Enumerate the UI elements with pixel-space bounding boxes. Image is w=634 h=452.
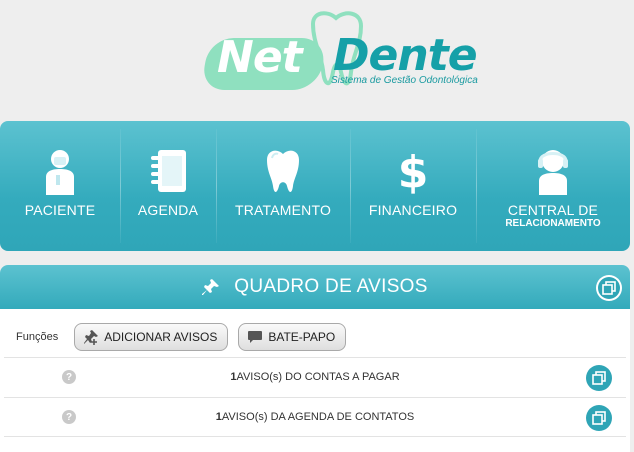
chat-button[interactable]: BATE-PAPO [238,323,347,351]
patient-icon [36,147,84,195]
headset-icon [529,147,577,195]
notice-board-panel: QUADRO DE AVISOS Funções ADICIONAR AVISO… [0,265,630,452]
tooth-icon [259,147,307,195]
notice-text: 1AVISO(s) DO CONTAS A PAGAR [4,371,626,383]
nav-sublabel: RELACIONAMENTO [505,218,601,229]
logo: Net Dente Sistema de Gestão Odontológica [200,10,485,100]
nav-label: FINANCEIRO [368,202,458,218]
nav-item-agenda[interactable]: AGENDA [120,121,216,251]
nav-label: TRATAMENTO [234,202,332,218]
notice-row: ? 1AVISO(s) DO CONTAS A PAGAR [4,357,626,397]
nav-item-financeiro[interactable]: $ FINANCEIRO [350,121,476,251]
notice-description: AVISO(s) DO CONTAS A PAGAR [236,371,400,383]
nav-label: PACIENTE [24,202,96,218]
notice-row: ? 1AVISO(s) DA AGENDA DE CONTATOS [4,397,626,437]
nav-item-paciente[interactable]: PACIENTE [0,121,120,251]
dollar-icon: $ [389,147,437,195]
nav-item-central-relacionamento[interactable]: CENTRAL DE RELACIONAMENTO [476,121,630,251]
pin-icon [202,279,220,295]
notice-description: AVISO(s) DA AGENDA DE CONTATOS [221,411,415,423]
svg-text:$: $ [398,147,429,195]
nav-label: CENTRAL DE [507,202,599,218]
logo-dente-text: Dente [333,30,478,81]
add-notice-button[interactable]: ADICIONAR AVISOS [74,323,229,351]
add-notice-label: ADICIONAR AVISOS [104,330,218,344]
logo-net-text: Net [217,32,303,83]
add-pin-icon [84,330,99,345]
notice-board-title: QUADRO DE AVISOS [234,276,428,297]
main-nav: PACIENTE AGENDA TRATAMENTO $ FINANCEIRO … [0,121,630,251]
expand-panel-button[interactable] [596,275,622,301]
agenda-icon [144,147,192,195]
functions-label: Funções [16,331,59,343]
logo-tagline: Sistema de Gestão Odontológica [331,75,478,86]
expand-icon [598,277,620,299]
expand-icon [592,411,606,425]
nav-label: AGENDA [137,202,199,218]
chat-bubble-icon [248,331,263,343]
chat-label: BATE-PAPO [268,330,336,344]
notice-board-header: QUADRO DE AVISOS [0,265,630,309]
notice-text: 1AVISO(s) DA AGENDA DE CONTATOS [4,411,626,423]
expand-icon [592,371,606,385]
open-notice-button[interactable] [586,405,612,431]
open-notice-button[interactable] [586,365,612,391]
functions-toolbar: Funções ADICIONAR AVISOS BATE-PAPO [0,318,630,356]
nav-item-tratamento[interactable]: TRATAMENTO [216,121,350,251]
